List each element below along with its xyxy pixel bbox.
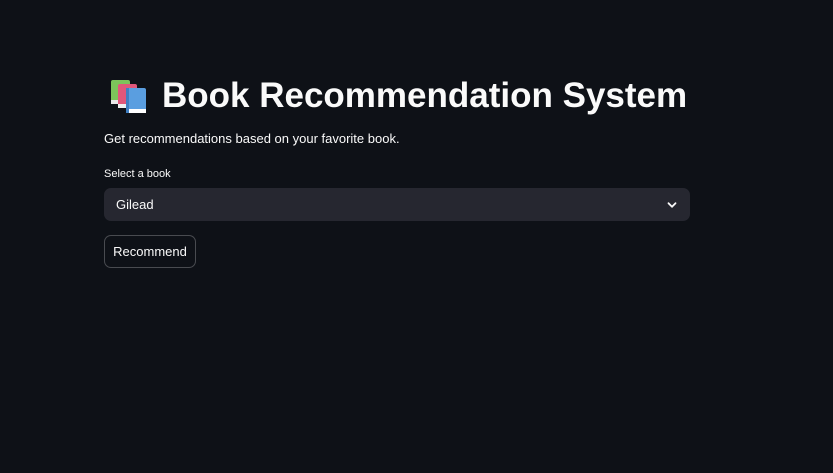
book-select-value: Gilead: [116, 197, 154, 212]
page-subtitle: Get recommendations based on your favori…: [104, 131, 400, 146]
books-icon: [111, 80, 146, 113]
recommend-button[interactable]: Recommend: [104, 235, 196, 268]
page-header: Book Recommendation System: [108, 74, 687, 118]
book-select-label: Select a book: [104, 168, 171, 180]
book-select[interactable]: Gilead: [104, 188, 690, 221]
app-main: Book Recommendation System Get recommend…: [0, 0, 833, 473]
chevron-down-icon: [667, 201, 677, 208]
page-title: Book Recommendation System: [162, 76, 688, 115]
